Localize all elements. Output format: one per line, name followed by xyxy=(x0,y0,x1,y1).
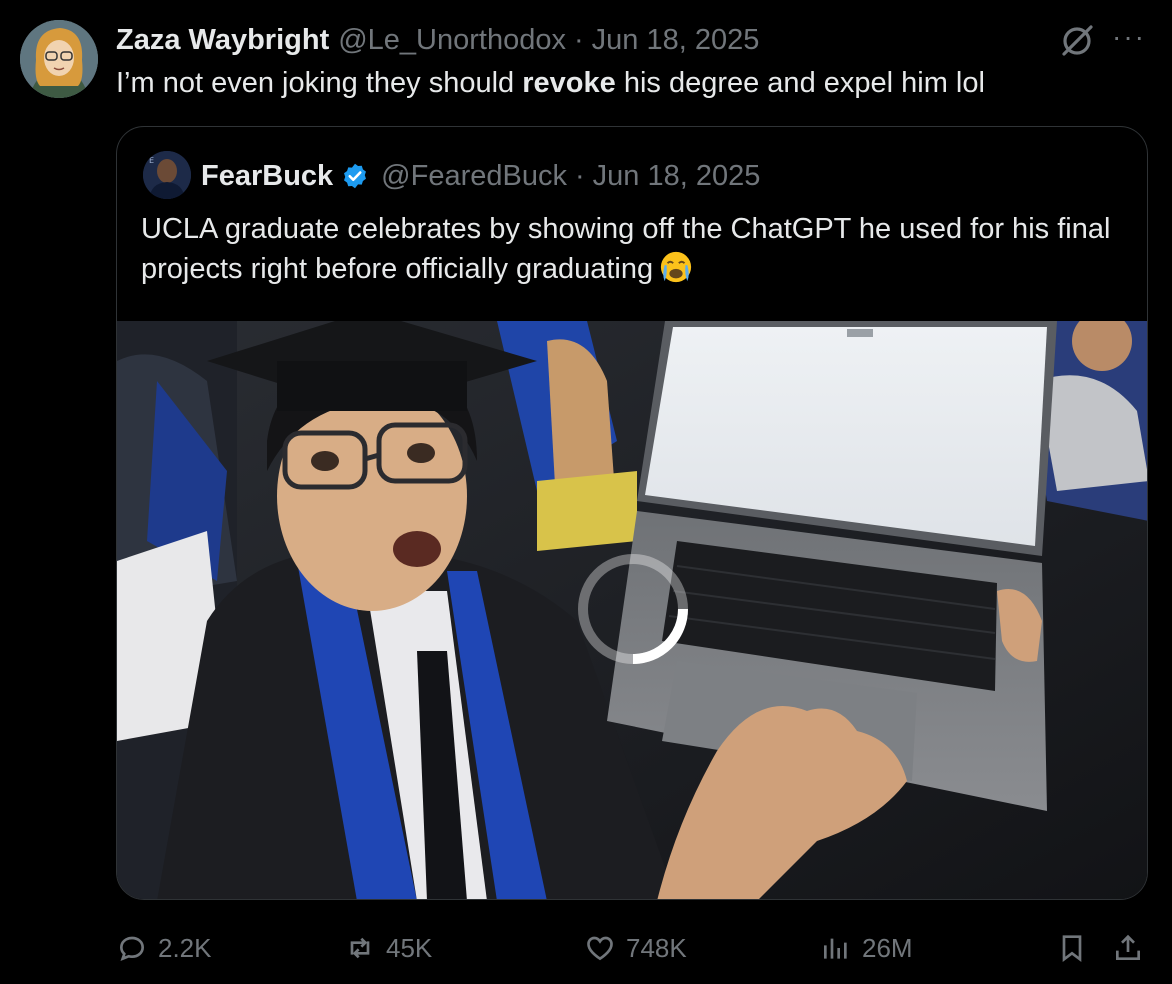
views-button[interactable]: 26M xyxy=(820,926,913,970)
action-bar: 2.2K 45K 748K 26M xyxy=(116,926,1156,970)
tweet-date[interactable]: Jun 18, 2025 xyxy=(592,24,760,57)
tweet-header: Zaza Waybright @Le_Unorthodox · Jun 18, … xyxy=(116,22,759,58)
svg-text:E: E xyxy=(149,156,154,165)
author-name[interactable]: Zaza Waybright xyxy=(116,24,329,57)
reply-button[interactable]: 2.2K xyxy=(116,926,212,970)
cartoon-avatar-icon xyxy=(20,20,98,98)
quoted-author-name[interactable]: FearBuck xyxy=(201,160,333,193)
quoted-date[interactable]: Jun 18, 2025 xyxy=(593,160,761,193)
tweet-text: I’m not even joking they should revoke h… xyxy=(116,64,985,102)
reply-icon xyxy=(116,932,148,964)
verified-badge-icon xyxy=(341,162,369,190)
share-button[interactable] xyxy=(1112,926,1154,970)
quoted-text-body: UCLA graduate celebrates by showing off … xyxy=(141,213,1110,285)
repost-button[interactable]: 45K xyxy=(344,926,432,970)
share-icon xyxy=(1112,932,1144,964)
more-options-icon[interactable]: ··· xyxy=(1112,22,1146,52)
bookmark-button[interactable] xyxy=(1056,926,1098,970)
author-avatar[interactable] xyxy=(20,20,98,98)
repost-count: 45K xyxy=(386,933,432,964)
like-count: 748K xyxy=(626,933,687,964)
bookmark-icon xyxy=(1056,932,1088,964)
video-player[interactable] xyxy=(117,321,1148,900)
views-chart-icon xyxy=(820,932,852,964)
tweet-text-bold: revoke xyxy=(522,67,616,99)
quoted-header: FearBuck @FearedBuck · Jun 18, 2025 xyxy=(201,158,760,194)
quoted-author-avatar[interactable]: E xyxy=(143,151,191,199)
profile-photo-icon: E xyxy=(143,151,191,199)
views-count: 26M xyxy=(862,933,913,964)
quoted-author-handle[interactable]: @FearedBuck xyxy=(381,160,567,193)
tweet-text-part: I’m not even joking they should xyxy=(116,67,522,99)
crying-face-emoji-icon xyxy=(659,250,693,284)
tweet-text-part: his degree and expel him lol xyxy=(616,67,985,99)
reply-count: 2.2K xyxy=(158,933,212,964)
like-button[interactable]: 748K xyxy=(584,926,687,970)
separator-dot: · xyxy=(574,24,584,57)
loading-spinner-icon xyxy=(573,549,693,669)
separator-dot: · xyxy=(575,160,585,193)
repost-icon xyxy=(344,932,376,964)
grok-icon[interactable] xyxy=(1058,20,1098,60)
quoted-text: UCLA graduate celebrates by showing off … xyxy=(141,209,1131,289)
heart-icon xyxy=(584,932,616,964)
author-handle[interactable]: @Le_Unorthodox xyxy=(338,24,566,57)
quoted-tweet-card[interactable]: E FearBuck @FearedBuck · Jun 18, 2025 UC… xyxy=(116,126,1148,900)
